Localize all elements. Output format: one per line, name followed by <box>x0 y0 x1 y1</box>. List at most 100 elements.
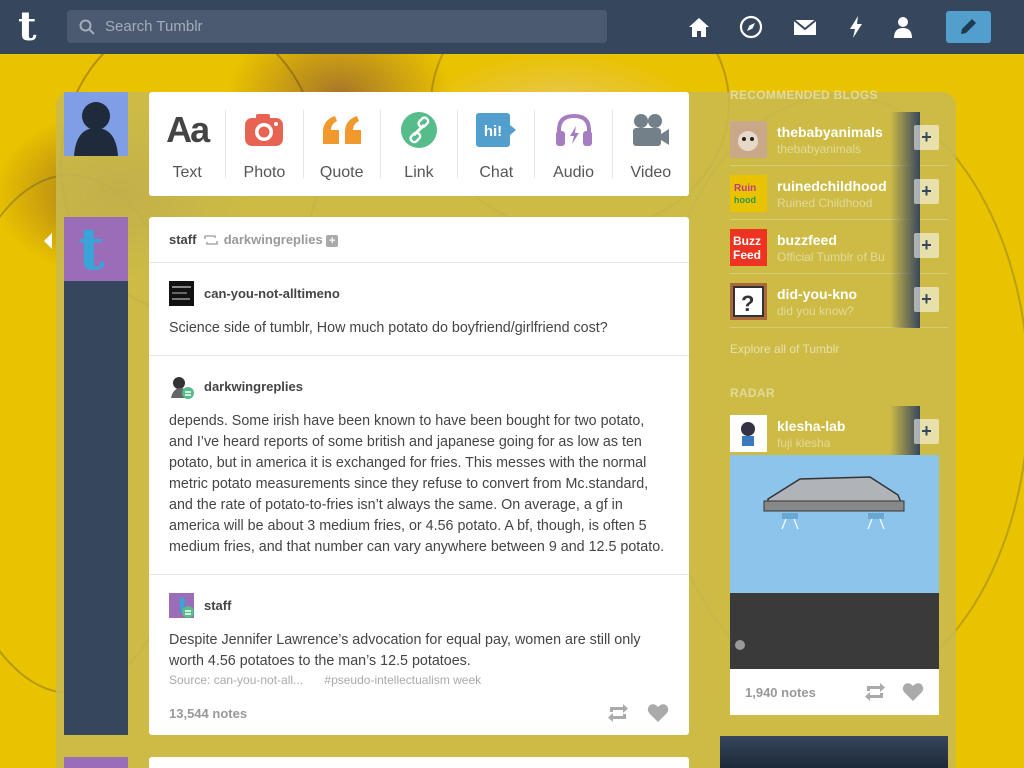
like-heart-icon[interactable] <box>647 703 669 723</box>
staff-avatar[interactable]: t <box>64 215 128 283</box>
post-actions <box>607 703 669 723</box>
recommended-blog-item[interactable]: thebabyanimals thebabyanimals + <box>730 112 948 166</box>
post-header: staff darkwingreplies + <box>149 217 689 263</box>
new-photo-post-button[interactable]: Photo <box>226 110 304 181</box>
home-icon[interactable] <box>686 14 712 40</box>
post-pointer <box>44 233 52 249</box>
text-icon: Aa <box>166 109 210 150</box>
new-quote-post-button[interactable]: Quote <box>304 110 381 181</box>
next-post-avatar[interactable] <box>64 757 128 768</box>
post-type-label: Photo <box>243 164 286 181</box>
follow-button[interactable]: + <box>914 179 939 204</box>
top-navigation-bar: t <box>0 0 1024 54</box>
follow-button[interactable]: + <box>914 287 939 312</box>
follow-button[interactable]: + <box>914 125 939 150</box>
radar-post-image[interactable] <box>730 455 939 669</box>
blog-title: Ruined Childhood <box>777 196 873 210</box>
reblog-trail-item: darkwingreplies depends. Some irish have… <box>149 356 689 575</box>
recommended-blog-item[interactable]: Buzz Feed buzzfeed Official Tumblr of Bu … <box>730 220 948 274</box>
svg-text:hood: hood <box>734 195 756 205</box>
account-icon[interactable] <box>890 14 916 40</box>
blog-title: thebabyanimals <box>777 142 862 156</box>
trail-author[interactable]: can-you-not-alltimeno <box>204 286 340 301</box>
svg-text:hi!: hi! <box>484 123 502 140</box>
activity-icon[interactable] <box>843 14 869 40</box>
chat-icon: hi! <box>476 113 517 147</box>
avatar-image <box>169 281 194 306</box>
source-link[interactable]: Source: can-you-not-all... <box>169 673 303 687</box>
blog-title: Official Tumblr of Bu <box>777 250 885 264</box>
radar-post: 1,940 notes <box>730 455 939 715</box>
svg-text:?: ? <box>741 291 754 316</box>
radar-title: RADAR <box>730 386 775 400</box>
explore-link[interactable]: Explore all of Tumblr <box>730 342 948 356</box>
quote-icon <box>322 116 361 144</box>
recommended-blog-item[interactable]: ? did-you-kno did you know? + <box>730 274 948 328</box>
follow-plus-icon[interactable]: + <box>326 234 339 247</box>
sidebar-bottom-strip <box>720 736 948 768</box>
reblog-icon[interactable] <box>864 682 886 702</box>
follow-button[interactable]: + <box>914 233 939 258</box>
recommended-blogs-title: RECOMMENDED BLOGS <box>730 88 878 102</box>
explore-icon[interactable] <box>738 14 764 40</box>
search-input[interactable] <box>105 10 595 43</box>
new-text-post-button[interactable]: Aa Text <box>149 109 227 181</box>
my-avatar[interactable] <box>64 92 128 156</box>
radar-post-actions <box>864 682 924 702</box>
new-link-post-button[interactable]: Link <box>381 110 459 181</box>
blog-name: thebabyanimals <box>777 124 883 140</box>
search-icon <box>79 19 95 35</box>
staff-logo-glyph: t <box>78 215 105 283</box>
inbox-icon[interactable] <box>792 14 818 40</box>
new-audio-post-button[interactable]: Audio <box>535 110 613 181</box>
trail-author[interactable]: darkwingreplies <box>204 379 303 394</box>
trail-author[interactable]: staff <box>204 598 231 613</box>
reblog-trail-item: t staff Despite Jennifer Lawrence’s advo… <box>149 575 689 688</box>
recommended-blog-item[interactable]: Ruin hood ruinedchildhood Ruined Childhoo… <box>730 166 948 220</box>
silhouette-avatar-image <box>64 92 128 156</box>
follow-button[interactable]: + <box>914 419 939 444</box>
question-mark-avatar: ? <box>730 283 767 320</box>
reblog-small-icon <box>204 235 218 245</box>
new-chat-post-button[interactable]: hi! Chat <box>458 110 536 181</box>
link-icon <box>400 112 437 148</box>
post-tag[interactable]: #pseudo-intellectualism week <box>324 673 481 687</box>
notes-count[interactable]: 13,544 notes <box>169 706 247 721</box>
reblogged-from-link[interactable]: darkwingreplies <box>224 232 323 247</box>
video-icon <box>632 114 669 146</box>
compose-button[interactable] <box>946 11 991 43</box>
post-author[interactable]: staff <box>169 232 196 247</box>
post-type-label: Chat <box>479 164 514 181</box>
like-heart-icon[interactable] <box>902 682 924 702</box>
svg-text:Buzz: Buzz <box>733 234 761 248</box>
pencil-icon <box>961 19 976 34</box>
blog-name: did-you-kno <box>777 286 858 302</box>
search-box[interactable] <box>67 10 607 43</box>
post-footer-meta: Source: can-you-not-all... #pseudo-intel… <box>169 673 481 687</box>
radar-blog-item[interactable]: klesha-lab fuji klesha + <box>730 406 948 460</box>
trail-avatar[interactable] <box>169 281 194 306</box>
new-post-bar: Aa Text Photo Quote Link hi! Chat Audio … <box>149 92 689 196</box>
trail-avatar[interactable]: t <box>169 593 194 619</box>
blog-name: ruinedchildhood <box>777 178 887 194</box>
reblog-icon[interactable] <box>607 703 629 723</box>
reblog-trail-item: can-you-not-alltimeno Science side of tu… <box>149 263 689 356</box>
new-video-post-button[interactable]: Video <box>613 110 689 181</box>
trail-avatar[interactable] <box>169 374 194 399</box>
avatar-rail <box>64 217 128 735</box>
trail-text: Science side of tumblr, How much potato … <box>169 320 608 336</box>
trail-text: depends. Some irish have been known to h… <box>169 413 665 555</box>
blog-title: fuji klesha <box>777 436 831 450</box>
radar-notes-count[interactable]: 1,940 notes <box>745 685 816 700</box>
avatar-image: t <box>169 593 194 619</box>
audio-icon <box>555 113 592 146</box>
post-type-label: Audio <box>553 164 594 181</box>
right-sidebar: RECOMMENDED BLOGS thebabyanimals thebaby… <box>730 88 948 460</box>
post-type-label: Video <box>630 164 672 181</box>
dashboard-post: staff darkwingreplies + can-you-not-allt… <box>149 217 689 735</box>
post-type-label: Quote <box>319 164 364 181</box>
post-type-label: Text <box>172 164 202 181</box>
blog-avatar <box>730 415 767 452</box>
avatar-image <box>169 374 194 399</box>
tumblr-logo[interactable]: t <box>18 7 48 47</box>
